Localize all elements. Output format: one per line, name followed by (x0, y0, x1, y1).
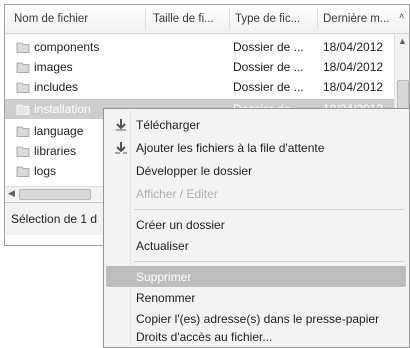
file-date: 18/04/2012 (323, 80, 384, 94)
menu-item-delete[interactable]: Supprimer (106, 266, 406, 287)
menu-item-label: Télécharger (136, 118, 201, 132)
file-row-components[interactable]: components Dossier de ... 18/04/2012 (5, 37, 401, 57)
folder-icon (16, 166, 30, 177)
menu-item-create-folder[interactable]: Créer un dossier (106, 214, 406, 235)
menu-item-refresh[interactable]: Actualiser (106, 235, 406, 256)
file-name: includes (34, 80, 79, 94)
menu-separator (134, 261, 404, 262)
download-arrow-icon (116, 119, 126, 131)
menu-item-view-edit: Afficher / Editer (106, 183, 406, 204)
column-header-size[interactable]: Taille de fi... (153, 13, 227, 25)
menu-item-rename[interactable]: Renommer (106, 287, 406, 308)
menu-item-label: Droits d'accès au fichier... (136, 330, 273, 344)
menu-item-add-to-queue[interactable]: Ajouter les fichiers à la file d'attente (106, 137, 406, 158)
status-text: Sélection de 1 d (11, 212, 98, 226)
menu-item-label: Supprimer (136, 270, 192, 284)
add-to-queue-icon (115, 142, 127, 154)
column-header-type[interactable]: Type de fic... (235, 13, 315, 25)
scroll-up-arrow-icon[interactable]: ▲ (398, 36, 407, 46)
menu-item-download[interactable]: Télécharger (106, 114, 406, 135)
menu-item-file-permissions[interactable]: Droits d'accès au fichier... (106, 326, 406, 347)
sort-arrow-icon: ˄ (399, 11, 405, 21)
file-name: images (34, 60, 73, 74)
folder-icon (16, 82, 30, 93)
folder-icon (16, 126, 30, 137)
menu-item-label: Développer le dossier (136, 164, 253, 178)
file-date: 18/04/2012 (323, 60, 384, 74)
context-menu: Télécharger Ajouter les fichiers à la fi… (103, 108, 410, 348)
column-divider[interactable] (229, 8, 230, 30)
horizontal-scrollbar[interactable]: ◀ (5, 186, 115, 201)
file-name: logs (34, 164, 57, 178)
scroll-left-arrow-icon[interactable]: ◀ (8, 188, 15, 199)
file-name: installation (34, 102, 91, 116)
file-date: 18/04/2012 (323, 40, 384, 54)
menu-item-label: Actualiser (136, 239, 189, 253)
menu-item-expand-folder[interactable]: Développer le dossier (106, 160, 406, 181)
menu-item-label: Créer un dossier (136, 218, 225, 232)
folder-icon (16, 42, 30, 53)
file-type: Dossier de ... (233, 60, 304, 74)
column-divider[interactable] (317, 8, 318, 30)
folder-icon (16, 104, 30, 115)
file-type: Dossier de ... (233, 40, 304, 54)
file-type: Dossier de ... (233, 80, 304, 94)
file-row-images[interactable]: images Dossier de ... 18/04/2012 (5, 57, 401, 77)
menu-item-label: Copier l'(es) adresse(s) dans le presse-… (136, 312, 380, 326)
file-name: components (34, 40, 100, 54)
horizontal-scroll-thumb[interactable] (19, 189, 91, 200)
file-name: language (34, 124, 84, 138)
column-header-row: Nom de fichier Taille de fi... Type de f… (5, 5, 409, 34)
folder-icon (16, 62, 30, 73)
column-header-modified[interactable]: Dernière m... (323, 13, 393, 25)
menu-separator (134, 209, 404, 210)
column-header-name[interactable]: Nom de fichier (14, 13, 144, 25)
folder-icon (16, 146, 30, 157)
file-name: libraries (34, 144, 77, 158)
column-divider[interactable] (145, 8, 146, 30)
menu-item-label: Ajouter les fichiers à la file d'attente (136, 141, 325, 155)
menu-item-label: Renommer (136, 291, 196, 305)
file-row-includes[interactable]: includes Dossier de ... 18/04/2012 (5, 77, 401, 97)
menu-item-label: Afficher / Editer (136, 187, 218, 201)
